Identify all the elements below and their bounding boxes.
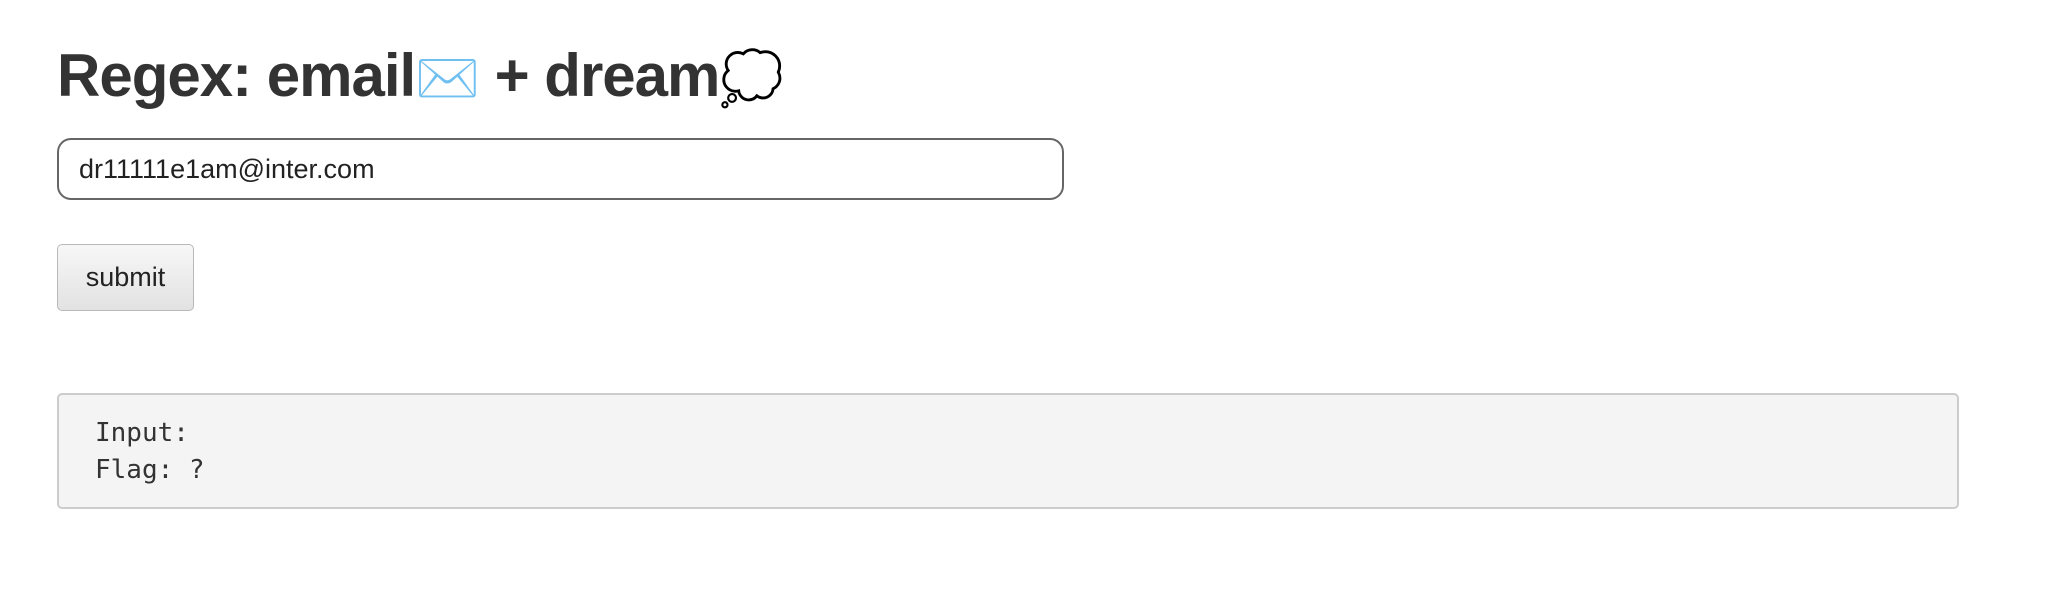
email-input[interactable] (57, 138, 1064, 200)
envelope-icon: ✉️ (415, 49, 480, 109)
title-mid-text: + dream (478, 42, 721, 109)
submit-button[interactable]: submit (57, 244, 194, 311)
output-panel: Input: Flag: ? (57, 393, 1959, 509)
title-text: Regex: email (57, 42, 416, 109)
flag-line: Flag: ? (95, 455, 205, 485)
input-line: Input: (95, 418, 189, 448)
thought-bubble-icon: 💭 (719, 49, 784, 109)
page-title: Regex: email✉️ + dream💭 (57, 38, 784, 117)
